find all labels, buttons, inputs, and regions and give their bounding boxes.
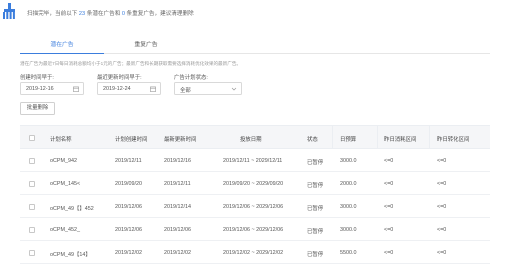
table-row[interactable]: oCPM_49【14】 2019/12/02 2019/12/02 2019/1… (20, 241, 490, 264)
last-modified-before-label: 最近更新时间早于: (97, 75, 142, 81)
column-divider (377, 126, 378, 148)
created-time: 2019/09/20 (115, 181, 142, 187)
updated-time: 2019/12/11 (164, 181, 191, 187)
plan-status-select[interactable]: 全部 (174, 82, 242, 95)
spend-range: <=0 (384, 181, 394, 187)
tab-bar: 潜在广告 重复广告 (20, 38, 490, 54)
column-conversion-range[interactable]: 昨日转化区间 (437, 135, 469, 143)
status: 已暂停 (307, 229, 324, 235)
spend-range: <=0 (384, 250, 394, 256)
row-checkbox[interactable] (29, 227, 35, 233)
scan-result-banner: 扫描完毕，当前以下 23 条潜在广告和 0 条重复广告，建议清理删除 (0, 0, 511, 24)
summary-middle: 条潜在广告和 (86, 11, 121, 17)
column-delivery-dates[interactable]: 投放日期 (240, 135, 262, 143)
conversion-range: <=0 (437, 204, 447, 210)
delivery-dates: 2019/09/20 ~ 2029/09/20 (223, 181, 284, 187)
daily-budget: 3000.0 (340, 204, 357, 210)
created-before-date-picker[interactable]: 2019-12-16 (20, 82, 84, 95)
status: 已暂停 (307, 160, 324, 166)
delivery-dates: 2019/12/11 ~ 2029/12/11 (223, 158, 283, 164)
select-all-checkbox[interactable] (29, 135, 35, 141)
chevron-down-icon (231, 87, 237, 91)
last-modified-before-value: 2019-12-24 (103, 86, 131, 92)
table-row[interactable]: oCPM_452_ 2019/12/06 2019/12/06 2019/12/… (20, 218, 490, 241)
spend-range: <=0 (384, 204, 394, 210)
row-checkbox[interactable] (29, 158, 35, 164)
table-row[interactable]: oCPM_942 2019/12/11 2019/12/16 2019/12/1… (20, 149, 490, 172)
daily-budget: 2000.0 (340, 181, 357, 187)
status: 已暂停 (307, 252, 324, 258)
table-row[interactable]: oCPM_49【】452 2019/12/06 2019/12/14 2019/… (20, 195, 490, 218)
plan-status-label: 广告计划状态: (174, 75, 208, 81)
daily-budget: 3000.0 (340, 158, 357, 164)
plan-name: oCPM_452_ (50, 227, 80, 233)
updated-time: 2019/12/16 (164, 158, 191, 164)
potential-ad-count: 23 (78, 11, 86, 17)
tab-duplicate-ads[interactable]: 重复广告 (104, 38, 188, 54)
column-divider (429, 126, 430, 148)
summary-prefix: 扫描完毕，当前以下 (27, 11, 78, 17)
last-modified-before-date-picker[interactable]: 2019-12-24 (97, 82, 161, 95)
column-plan-name[interactable]: 计划名称 (50, 135, 72, 143)
row-checkbox[interactable] (29, 181, 35, 187)
created-time: 2019/12/02 (115, 250, 142, 256)
conversion-range: <=0 (437, 250, 447, 256)
broom-clean-icon (3, 3, 15, 19)
plan-name: oCPM_49【】452 (50, 206, 94, 212)
scan-summary-text: 扫描完毕，当前以下 23 条潜在广告和 0 条重复广告，建议清理删除 (27, 9, 194, 17)
table-row[interactable]: oCPM_145< 2019/09/20 2019/12/11 2019/09/… (20, 172, 490, 195)
table-header: 计划名称 计划创建时间 最新更新时间 投放日期 状态 日预算 昨日消耗区间 昨日… (20, 125, 490, 149)
column-created-time[interactable]: 计划创建时间 (115, 135, 147, 143)
updated-time: 2019/12/14 (164, 204, 191, 210)
delivery-dates: 2019/12/06 ~ 2029/12/06 (223, 227, 284, 233)
spend-range: <=0 (384, 227, 394, 233)
created-time: 2019/12/11 (115, 158, 142, 164)
row-checkbox[interactable] (29, 250, 35, 256)
updated-time: 2019/12/06 (164, 227, 191, 233)
filter-hint-text: 潜在广告为最近7日每日消耗总额均小于1元的广告；最新广告和长期获取需要选择消耗优… (20, 61, 242, 66)
plan-name: oCPM_145< (50, 181, 81, 187)
created-before-label: 创建时间早于: (20, 75, 54, 81)
column-daily-budget[interactable]: 日预算 (340, 135, 356, 143)
tab-potential-ads[interactable]: 潜在广告 (20, 38, 104, 54)
duplicate-ad-count: 0 (121, 11, 125, 17)
calendar-icon (73, 86, 79, 92)
conversion-range: <=0 (437, 227, 447, 233)
status: 已暂停 (307, 206, 324, 212)
summary-suffix: 条重复广告，建议清理删除 (126, 11, 194, 17)
plan-name: oCPM_942 (50, 158, 77, 164)
created-time: 2019/12/06 (115, 227, 142, 233)
column-spend-range[interactable]: 昨日消耗区间 (384, 135, 416, 143)
calendar-icon (150, 86, 156, 92)
row-checkbox[interactable] (29, 204, 35, 210)
plan-name: oCPM_49【14】 (50, 252, 91, 258)
created-before-value: 2019-12-16 (26, 86, 54, 92)
plan-status-value: 全部 (180, 88, 191, 94)
created-time: 2019/12/06 (115, 204, 142, 210)
updated-time: 2019/12/02 (164, 250, 191, 256)
delivery-dates: 2019/12/06 ~ 2029/12/06 (223, 204, 284, 210)
column-status[interactable]: 状态 (307, 135, 318, 143)
daily-budget: 3000.0 (340, 227, 357, 233)
delivery-dates: 2019/12/02 ~ 2029/12/02 (223, 250, 284, 256)
conversion-range: <=0 (437, 158, 447, 164)
spend-range: <=0 (384, 158, 394, 164)
batch-delete-button[interactable]: 批量删除 (20, 102, 55, 115)
status: 已暂停 (307, 183, 324, 189)
column-updated-time[interactable]: 最新更新时间 (164, 135, 196, 143)
daily-budget: 5500.0 (340, 250, 357, 256)
column-divider (332, 126, 333, 148)
conversion-range: <=0 (437, 181, 447, 187)
